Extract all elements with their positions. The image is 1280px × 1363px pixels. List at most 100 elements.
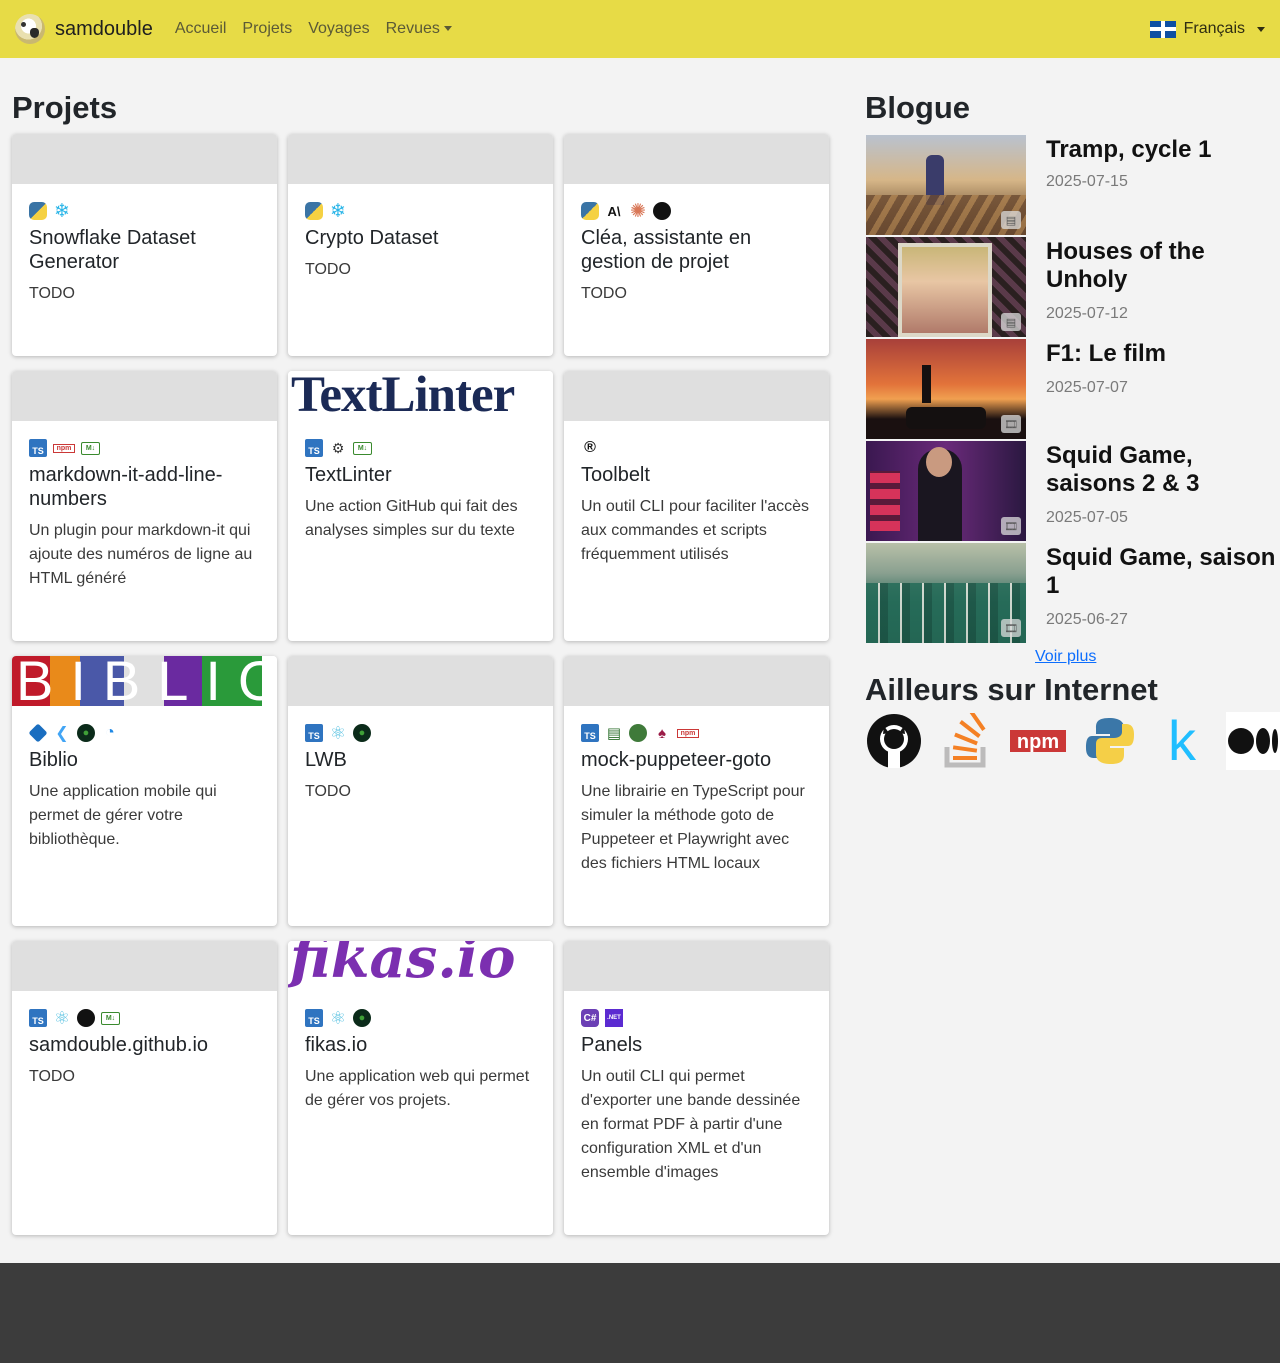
- chevron-down-icon: [443, 26, 452, 32]
- nav-link-projets[interactable]: Projets: [242, 20, 292, 38]
- tech-icons: TS ▤ ♠ npm: [581, 724, 813, 742]
- project-card[interactable]: C# .NET Panels Un outil CLI qui permet d…: [564, 941, 829, 1235]
- markdown-icon: M↓: [81, 441, 100, 455]
- rust-icon: ®: [581, 439, 599, 457]
- github-icon[interactable]: [866, 712, 922, 770]
- project-thumbnail: [564, 941, 829, 991]
- project-card[interactable]: TextLinter TS ⚙ M↓ TextLinter Une action…: [288, 371, 553, 641]
- markdown-icon: M↓: [353, 441, 372, 455]
- flutter-icon: ❮: [53, 724, 71, 742]
- project-card[interactable]: TS ▤ ♠ npm mock-puppeteer-goto Une libra…: [564, 656, 829, 926]
- python-icon: [305, 202, 323, 220]
- project-title: Biblio: [29, 749, 78, 771]
- blog-post[interactable]: 🎞 Squid Game, saison 1 2025-06-27: [866, 543, 1280, 645]
- car-shape: [906, 407, 986, 429]
- project-card[interactable]: TS ⚛ M↓ samdouble.github.io TODO: [12, 941, 277, 1235]
- nav-link-revues-dropdown[interactable]: Revues: [386, 20, 452, 38]
- project-thumbnail: [564, 371, 829, 421]
- footer: [0, 1263, 1280, 1363]
- stackoverflow-icon[interactable]: [938, 712, 994, 770]
- see-more-link[interactable]: Voir plus: [1035, 648, 1096, 666]
- project-card[interactable]: fikas.io TS ⚛ ● fikas.io Une application…: [288, 941, 553, 1235]
- tech-icons: A\ ✺: [581, 201, 813, 222]
- project-description: Un outil CLI qui permet d'exporter une b…: [581, 1068, 801, 1181]
- quebec-flag-icon: [1149, 20, 1176, 38]
- project-card[interactable]: ® Toolbelt Un outil CLI pour faciliter l…: [564, 371, 829, 641]
- svg-text:npm: npm: [1017, 731, 1059, 752]
- project-thumbnail: [288, 134, 553, 184]
- project-title: Toolbelt: [581, 464, 650, 486]
- blog-post-thumbnail: 🎞: [866, 543, 1026, 643]
- project-card[interactable]: TS ⚛ ● LWB TODO: [288, 656, 553, 926]
- project-card[interactable]: BIBLIO ❮ ● ◔ Biblio Une application mobi…: [12, 656, 277, 926]
- blog-post[interactable]: ▤ Tramp, cycle 1 2025-07-15: [866, 135, 1280, 237]
- blog-post[interactable]: 🎞 F1: Le film 2025-07-07: [866, 339, 1280, 441]
- blog-post-thumbnail: 🎞: [866, 339, 1026, 439]
- tech-icons: TS npm M↓: [29, 439, 261, 457]
- blog-post-thumbnail: ▤: [866, 135, 1026, 235]
- blog-post-date: 2025-07-12: [1046, 305, 1128, 322]
- project-thumbnail: [12, 134, 277, 184]
- project-thumbnail: [12, 941, 277, 991]
- project-title: samdouble.github.io: [29, 1034, 209, 1056]
- blog-post-date: 2025-07-15: [1046, 173, 1128, 190]
- blog-post[interactable]: ▤ Houses of the Unholy 2025-07-12: [866, 237, 1280, 339]
- python-logo: [1086, 718, 1134, 764]
- python-icon[interactable]: [1082, 712, 1138, 770]
- typescript-icon: TS: [305, 724, 323, 742]
- project-description: TODO: [29, 285, 75, 302]
- projects-heading: Projets: [12, 90, 118, 125]
- mongodb-icon: ●: [353, 724, 371, 742]
- nav-link-voyages[interactable]: Voyages: [308, 20, 369, 38]
- blog-post-title[interactable]: Squid Game, saisons 2 & 3: [1046, 442, 1280, 498]
- nav-link-accueil[interactable]: Accueil: [175, 20, 227, 38]
- tech-icons: ❄: [29, 200, 261, 222]
- project-thumbnail: [564, 656, 829, 706]
- project-description: Une application mobile qui permet de gér…: [29, 783, 217, 848]
- project-title: LWB: [305, 749, 347, 771]
- project-description: TODO: [29, 1068, 75, 1085]
- blog-post-title[interactable]: Tramp, cycle 1: [1046, 136, 1280, 164]
- project-card[interactable]: ❄ Crypto Dataset TODO: [288, 134, 553, 356]
- cube-icon: [28, 723, 48, 743]
- blog-post-thumbnail: 🎞: [866, 441, 1026, 541]
- digitalocean-icon: ◔: [101, 724, 119, 742]
- tech-icons: ®: [581, 439, 813, 457]
- project-description: TODO: [305, 261, 351, 278]
- biblio-logo-text: BIBLIO: [16, 656, 277, 706]
- blog-post-title[interactable]: Houses of the Unholy: [1046, 238, 1280, 294]
- figure-shape: [922, 365, 931, 403]
- project-card[interactable]: ❄ Snowflake Dataset Generator TODO: [12, 134, 277, 356]
- react-icon: ⚛: [53, 1007, 71, 1028]
- project-card[interactable]: A\ ✺ Cléa, assistante en gestion de proj…: [564, 134, 829, 356]
- project-description: TODO: [305, 783, 351, 800]
- csharp-icon: C#: [581, 1009, 599, 1027]
- project-title: fikas.io: [305, 1034, 368, 1056]
- snowflake-icon: ❄: [53, 200, 71, 222]
- tech-icons: TS ⚛ ●: [305, 1008, 537, 1028]
- brand-name: samdouble: [55, 17, 153, 40]
- kaggle-icon[interactable]: k: [1154, 712, 1210, 770]
- project-card[interactable]: TS npm M↓ markdown-it-add-line-numbers U…: [12, 371, 277, 641]
- blog-post-title[interactable]: F1: Le film: [1046, 340, 1280, 368]
- npm-icon[interactable]: npm: [1010, 712, 1066, 770]
- typescript-icon: TS: [305, 439, 323, 457]
- blog-heading: Blogue: [865, 90, 971, 125]
- project-description: Une application web qui permet de gérer …: [305, 1068, 530, 1109]
- snowflake-icon: ❄: [329, 200, 347, 222]
- medium-icon[interactable]: [1226, 712, 1280, 770]
- blog-post-date: 2025-06-27: [1046, 611, 1128, 628]
- project-thumbnail: [12, 371, 277, 421]
- npm-icon: npm: [677, 728, 699, 738]
- markdown-icon: M↓: [101, 1011, 120, 1025]
- python-icon: [581, 202, 599, 220]
- language-dropdown[interactable]: Français: [1149, 20, 1265, 38]
- anthropic-icon: A\: [605, 202, 623, 220]
- document-icon: ▤: [1001, 211, 1021, 229]
- brand-link[interactable]: samdouble: [15, 14, 153, 44]
- typescript-icon: TS: [581, 724, 599, 742]
- blog-post-thumbnail: ▤: [866, 237, 1026, 337]
- blog-post[interactable]: 🎞 Squid Game, saisons 2 & 3 2025-07-05: [866, 441, 1280, 543]
- fikas-logo: fikas.io: [290, 941, 516, 991]
- blog-post-title[interactable]: Squid Game, saison 1: [1046, 544, 1280, 600]
